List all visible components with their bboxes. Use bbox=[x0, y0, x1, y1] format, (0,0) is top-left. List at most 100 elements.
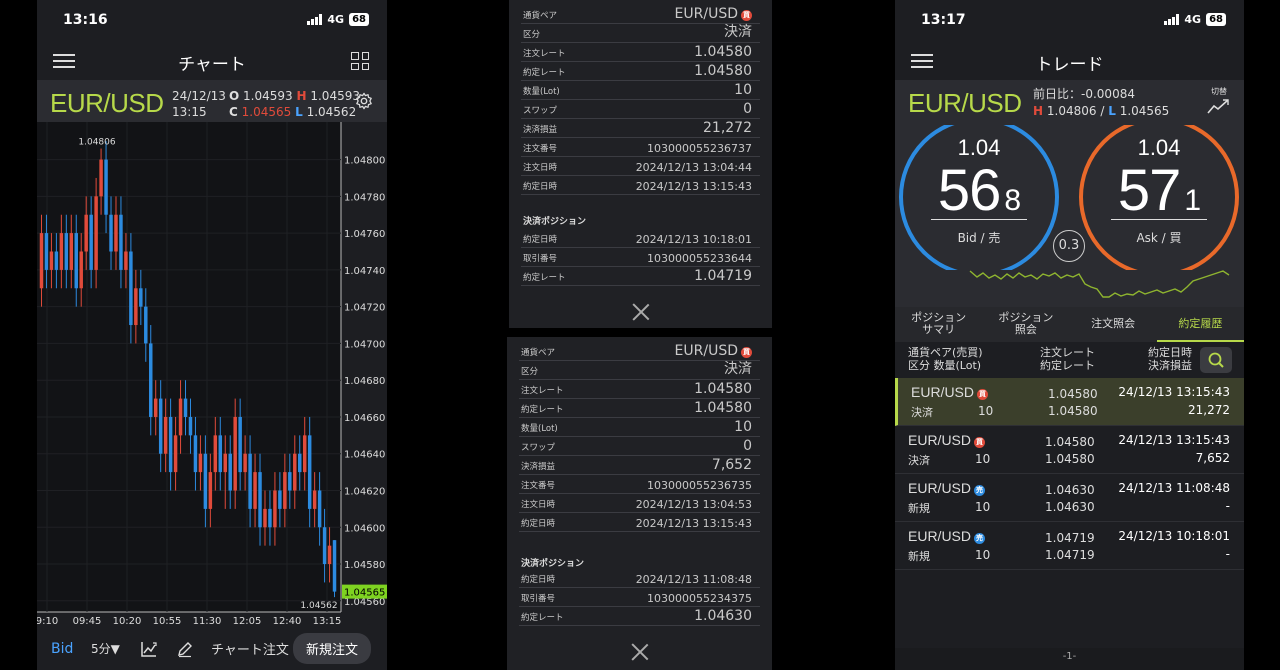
candle-body bbox=[74, 233, 78, 289]
candle-body bbox=[193, 435, 198, 473]
tab-1[interactable]: ポジション 照会 bbox=[982, 307, 1069, 342]
candle-body bbox=[134, 288, 138, 326]
row-lot: 10 bbox=[978, 404, 994, 418]
candle-body bbox=[139, 288, 143, 307]
candle-body bbox=[312, 490, 317, 509]
buy-badge: 買 bbox=[741, 10, 752, 21]
x-tick-label: 10:20 bbox=[113, 616, 142, 627]
candle-body bbox=[208, 472, 213, 509]
currency-pair[interactable]: EUR/USD bbox=[908, 88, 1022, 119]
row-order-rate: 1.04580 bbox=[1045, 435, 1095, 449]
status-bar: 13:16 4G 68 bbox=[37, 0, 387, 42]
tab-3[interactable]: 約定履歴 bbox=[1156, 307, 1244, 342]
bid-rate-big: 56 bbox=[937, 158, 1002, 223]
high-annotation: 1.04806 bbox=[78, 138, 115, 148]
low-value: 1.04562 bbox=[306, 105, 357, 119]
rate-panel: 1.04 56 8 Bid / 売 0.3 1.04 57 1 Ask / 買 bbox=[895, 123, 1244, 307]
history-row[interactable]: EUR/USD 買決済 10 1.04580 1.04580 24/12/13 13:15… bbox=[895, 378, 1244, 426]
y-tick-label: 1.04680 bbox=[344, 376, 385, 387]
row-exec-time: 24/12/13 13:15:43 bbox=[1118, 433, 1230, 447]
row-pair: EUR/USD 買 bbox=[908, 432, 986, 448]
header: チャート bbox=[37, 42, 387, 80]
battery-icon: 68 bbox=[1206, 13, 1226, 26]
detail-label: 約定レート bbox=[523, 68, 566, 78]
execution-detail-panel-2: 通貨ペア EUR/USD 買区分 決済 注文レート 1.04580 約定レート 1.04580… bbox=[507, 337, 772, 670]
timeframe-select[interactable]: 5分▼ bbox=[91, 640, 131, 657]
tab-label-line1: 注文照会 bbox=[1091, 316, 1136, 330]
candle-body bbox=[168, 416, 173, 473]
candle-body bbox=[223, 453, 227, 473]
detail-label: 約定日時 bbox=[521, 519, 556, 529]
y-tick-label: 1.04620 bbox=[344, 487, 385, 498]
pencil-icon[interactable] bbox=[167, 639, 203, 659]
switch-view-button[interactable]: 切替 bbox=[1206, 86, 1232, 117]
x-tick-label: 12:05 bbox=[233, 616, 262, 627]
chart-order-button[interactable]: チャート注文 bbox=[211, 639, 291, 658]
row-exec-rate: 1.04580 bbox=[1045, 452, 1095, 466]
row-lot: 10 bbox=[975, 452, 991, 466]
tab-0[interactable]: ポジション サマリ bbox=[895, 307, 982, 342]
candle-body bbox=[253, 472, 257, 509]
x-tick-label: 11:30 bbox=[193, 616, 222, 627]
layout-grid-icon[interactable] bbox=[351, 52, 369, 70]
tab-label-line1: 約定履歴 bbox=[1178, 316, 1223, 330]
x-tick-label: 09:45 bbox=[73, 616, 102, 627]
candle-body bbox=[183, 398, 188, 417]
gear-icon[interactable] bbox=[355, 92, 373, 110]
ask-gauge[interactable]: 1.04 57 1 Ask / 買 bbox=[1079, 125, 1239, 270]
high-label: H bbox=[1033, 104, 1044, 118]
tab-label-line1: ポジション bbox=[911, 310, 967, 324]
currency-pair[interactable]: EUR/USD bbox=[50, 88, 164, 119]
tab-label-line1: ポジション bbox=[998, 310, 1054, 324]
tab-label: 注文照会 bbox=[1091, 316, 1136, 330]
detail-row: 注文レート 1.04580 bbox=[521, 43, 760, 62]
candle-body bbox=[218, 435, 223, 473]
ask-divider bbox=[1111, 219, 1207, 220]
bid-gauge[interactable]: 1.04 56 8 Bid / 売 bbox=[899, 125, 1059, 270]
y-tick-label: 1.04780 bbox=[344, 192, 385, 203]
history-row[interactable]: EUR/USD 買決済 10 1.04580 1.04580 24/12/13 13:15… bbox=[895, 426, 1244, 474]
tab-label: 約定履歴 bbox=[1178, 316, 1223, 330]
candlestick-chart[interactable]: 1.04800 1.04780 1.04760 1.04740 1.04720 1.047… bbox=[37, 122, 387, 627]
status-icons: 4G 68 bbox=[307, 13, 369, 26]
y-tick-label: 1.04760 bbox=[344, 229, 385, 240]
col-exec-rate: 約定レート bbox=[1040, 359, 1095, 372]
candle-body bbox=[149, 343, 153, 417]
detail-value: 2024/12/13 13:04:53 bbox=[635, 498, 752, 511]
change-label: 前日比： bbox=[1033, 87, 1082, 101]
candle-body bbox=[129, 251, 133, 326]
bid-toggle[interactable]: Bid bbox=[51, 641, 91, 657]
detail-row: 約定レート 1.04580 bbox=[519, 399, 760, 418]
status-bar: 13:17 4G 68 bbox=[895, 0, 1244, 42]
position-row: 取引番号 103000055234375 bbox=[519, 588, 760, 607]
detail-label: 約定レート bbox=[521, 405, 564, 415]
detail-label: 通貨ペア bbox=[523, 11, 558, 21]
candle-body bbox=[119, 214, 123, 270]
close-icon[interactable] bbox=[632, 303, 650, 321]
tab-2[interactable]: 注文照会 bbox=[1070, 307, 1157, 342]
col-kind-lot: 区分 数量(Lot) bbox=[908, 359, 982, 372]
section-heading: 決済ポジション bbox=[521, 559, 585, 569]
candle-body bbox=[144, 306, 148, 344]
low-label: L bbox=[295, 105, 303, 119]
detail-label: 取引番号 bbox=[523, 254, 558, 264]
row-exec-rate: 1.04630 bbox=[1045, 500, 1095, 514]
high-value: 1.04593 bbox=[310, 89, 360, 103]
candle-body bbox=[332, 540, 337, 592]
y-tick-label: 1.04700 bbox=[344, 339, 385, 350]
detail-row: スワップ 0 bbox=[519, 437, 760, 456]
detail-value: 2024/12/13 11:08:48 bbox=[635, 573, 752, 586]
ohlc-time: 13:15 bbox=[172, 105, 207, 119]
search-button[interactable] bbox=[1200, 347, 1232, 373]
indicator-icon[interactable] bbox=[131, 639, 167, 659]
ask-rate-main: 57 1 bbox=[1079, 157, 1239, 224]
new-order-button[interactable]: 新規注文 bbox=[293, 633, 372, 664]
history-row[interactable]: EUR/USD 売新規 10 1.04719 1.04719 24/12/13 10:18… bbox=[895, 522, 1244, 570]
history-row[interactable]: EUR/USD 売新規 10 1.04630 1.04630 24/12/13 11:08… bbox=[895, 474, 1244, 522]
close-icon[interactable] bbox=[631, 643, 649, 661]
y-tick-label: 1.04640 bbox=[344, 450, 385, 461]
network-label: 4G bbox=[327, 13, 345, 26]
detail-value: 0 bbox=[743, 101, 752, 117]
detail-value: 1.04580 bbox=[694, 400, 752, 416]
candle-body bbox=[327, 545, 332, 565]
